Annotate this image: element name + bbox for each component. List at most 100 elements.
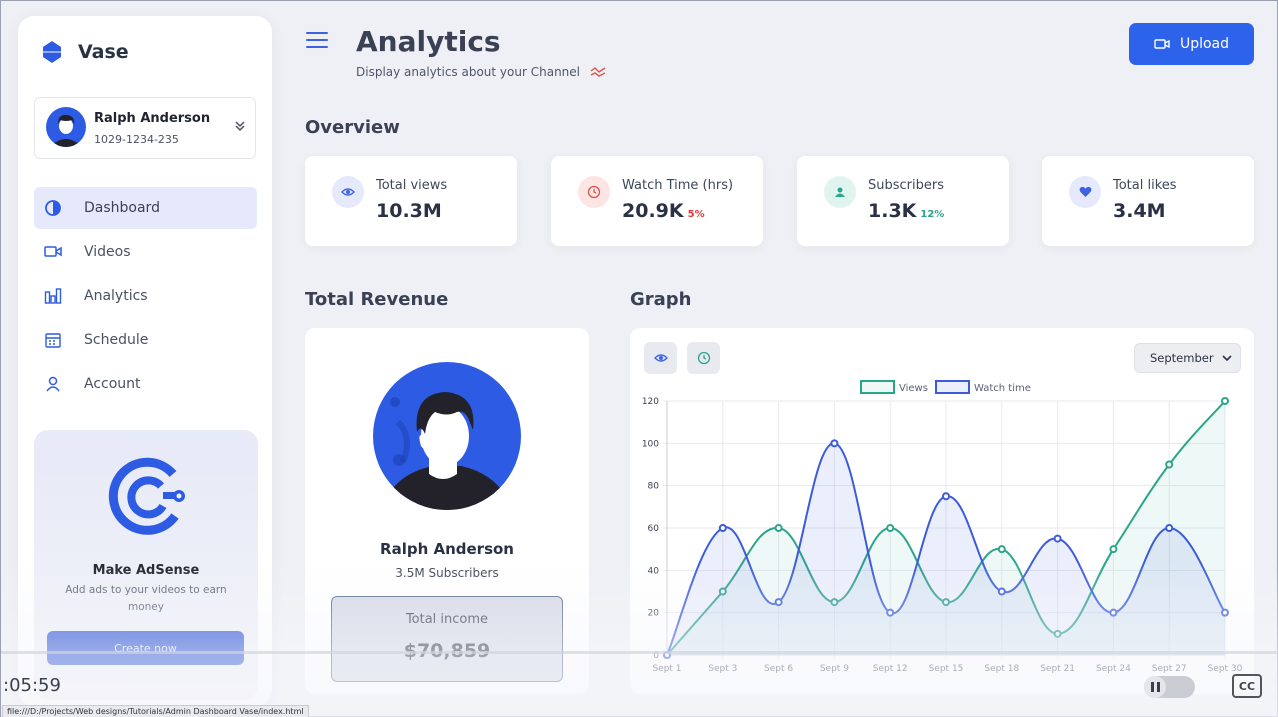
- x-tick-label: Sept 15: [929, 664, 964, 674]
- eye-icon: [332, 176, 364, 208]
- data-point: [1053, 534, 1062, 543]
- chevron-down-icon: [1222, 355, 1232, 362]
- sidebar-item-label: Schedule: [84, 332, 149, 348]
- legend-label: Watch time: [974, 383, 1031, 394]
- data-point: [997, 545, 1006, 554]
- stat-label: Total views: [376, 178, 448, 193]
- legend-swatch: [860, 380, 895, 394]
- month-select-value: September: [1150, 351, 1214, 365]
- brand-name: Vase: [78, 41, 129, 63]
- stat-label: Subscribers: [868, 178, 944, 193]
- stat-label: Total likes: [1113, 178, 1177, 193]
- stat-delta: 12%: [920, 209, 945, 220]
- data-point: [830, 439, 839, 448]
- status-bar-url: file:///D:/Projects/Web designs/Tutorial…: [2, 705, 309, 717]
- data-point: [1221, 397, 1229, 405]
- x-tick-label: Sept 27: [1152, 664, 1187, 674]
- y-tick-label: 80: [648, 482, 660, 492]
- views-toggle-button[interactable]: [644, 342, 677, 374]
- stat-card-watch-time: Watch Time (hrs) 20.9K 5%: [551, 156, 763, 246]
- y-tick-label: 120: [642, 397, 659, 407]
- sidebar-item-schedule[interactable]: Schedule: [34, 319, 257, 361]
- sidebar: Vase Ralph Anderson 1029-1234-235 Dashbo…: [18, 16, 272, 706]
- sidebar-item-label: Account: [84, 376, 141, 392]
- month-select[interactable]: September: [1134, 343, 1241, 373]
- sidebar-item-label: Dashboard: [84, 200, 160, 216]
- sidebar-item-analytics[interactable]: Analytics: [34, 275, 257, 317]
- stat-card-total-views: Total views 10.3M: [305, 156, 517, 246]
- eye-icon: [653, 354, 668, 362]
- x-tick-label: Sept 3: [708, 664, 737, 674]
- x-tick-label: Sept 18: [984, 664, 1019, 674]
- graph-heading: Graph: [630, 289, 692, 310]
- stat-card-total-likes: Total likes 3.4M: [1042, 156, 1254, 246]
- video-progress-bar[interactable]: [1, 651, 1278, 654]
- data-point: [1165, 524, 1174, 532]
- stat-card-subscribers: Subscribers 1.3K 12%: [797, 156, 1009, 246]
- upload-button[interactable]: Upload: [1129, 23, 1254, 65]
- income-label: Total income: [405, 612, 489, 627]
- data-point: [1165, 460, 1174, 469]
- x-tick-label: Sept 9: [820, 664, 849, 674]
- data-point: [1109, 545, 1118, 554]
- data-point: [886, 524, 895, 532]
- y-tick-label: 20: [648, 609, 660, 619]
- chevron-double-down-icon[interactable]: [233, 119, 247, 133]
- x-tick-label: Sept 12: [873, 664, 908, 674]
- stat-value: 1.3K 12%: [868, 200, 945, 222]
- data-point: [774, 598, 783, 607]
- app-window: Vase Ralph Anderson 1029-1234-235 Dashbo…: [0, 0, 1278, 717]
- watch-time-toggle-button[interactable]: [687, 342, 720, 374]
- pause-toggle[interactable]: [1144, 676, 1195, 698]
- profile-id: 1029-1234-235: [94, 133, 179, 146]
- line-chart: 020406080100120Sept 1 Sept 3 Sept 6 Sept 9S…: [642, 380, 1243, 674]
- clock-icon: [578, 176, 610, 208]
- profile-switcher[interactable]: Ralph Anderson 1029-1234-235: [34, 97, 256, 159]
- video-camera-icon: [44, 246, 62, 257]
- video-timecode: :05:59: [3, 675, 61, 696]
- promo-description: Add ads to your videos to earn money: [65, 584, 227, 613]
- sidebar-item-label: Videos: [84, 244, 131, 260]
- data-point: [886, 608, 895, 617]
- legend-label: Views: [899, 383, 928, 394]
- create-now-button[interactable]: Create now: [47, 631, 244, 665]
- legend-swatch: [935, 380, 970, 394]
- brand[interactable]: Vase: [40, 40, 129, 64]
- x-tick-label: Sept 30: [1208, 664, 1243, 674]
- adsense-promo: Make AdSense Add ads to your videos to e…: [34, 430, 258, 700]
- revenue-name: Ralph Anderson: [380, 540, 514, 558]
- x-tick-label: Sept 1: [652, 664, 681, 674]
- stat-label: Watch Time (hrs): [622, 178, 734, 193]
- revenue-card: Ralph Anderson 3.5M Subscribers Total in…: [305, 328, 589, 694]
- page-subtitle: Display analytics about your Channel: [356, 65, 580, 79]
- user-icon: [46, 376, 60, 392]
- revenue-heading: Total Revenue: [305, 289, 449, 310]
- stat-value: 3.4M: [1113, 200, 1166, 222]
- calendar-icon: [45, 333, 61, 348]
- sidebar-item-videos[interactable]: Videos: [34, 231, 257, 273]
- profile-name: Ralph Anderson: [94, 111, 211, 126]
- y-tick-label: 60: [648, 524, 660, 534]
- sidebar-nav: Dashboard Videos Analytics Schedule Acco…: [34, 187, 257, 407]
- sidebar-item-dashboard[interactable]: Dashboard: [34, 187, 257, 229]
- closed-captions-button[interactable]: CC: [1232, 674, 1262, 698]
- x-tick-label: Sept 24: [1096, 664, 1131, 674]
- data-point: [997, 587, 1006, 596]
- pause-icon: [1144, 676, 1166, 698]
- y-tick-label: 100: [642, 439, 659, 449]
- hamburger-menu-icon[interactable]: [306, 32, 328, 50]
- data-point: [774, 524, 783, 532]
- brand-logo-icon: [43, 41, 61, 63]
- page-title: Analytics: [356, 25, 501, 58]
- x-tick-label: Sept 21: [1040, 664, 1075, 674]
- avatar: [373, 362, 521, 510]
- clock-icon: [697, 351, 710, 365]
- sidebar-item-account[interactable]: Account: [34, 363, 257, 405]
- x-tick-label: Sept 6: [764, 664, 793, 674]
- data-point: [1109, 608, 1118, 617]
- overview-heading: Overview: [305, 117, 400, 138]
- users-icon: [824, 176, 856, 208]
- heart-icon: [1069, 176, 1101, 208]
- upload-button-label: Upload: [1179, 36, 1230, 52]
- data-point: [942, 492, 950, 501]
